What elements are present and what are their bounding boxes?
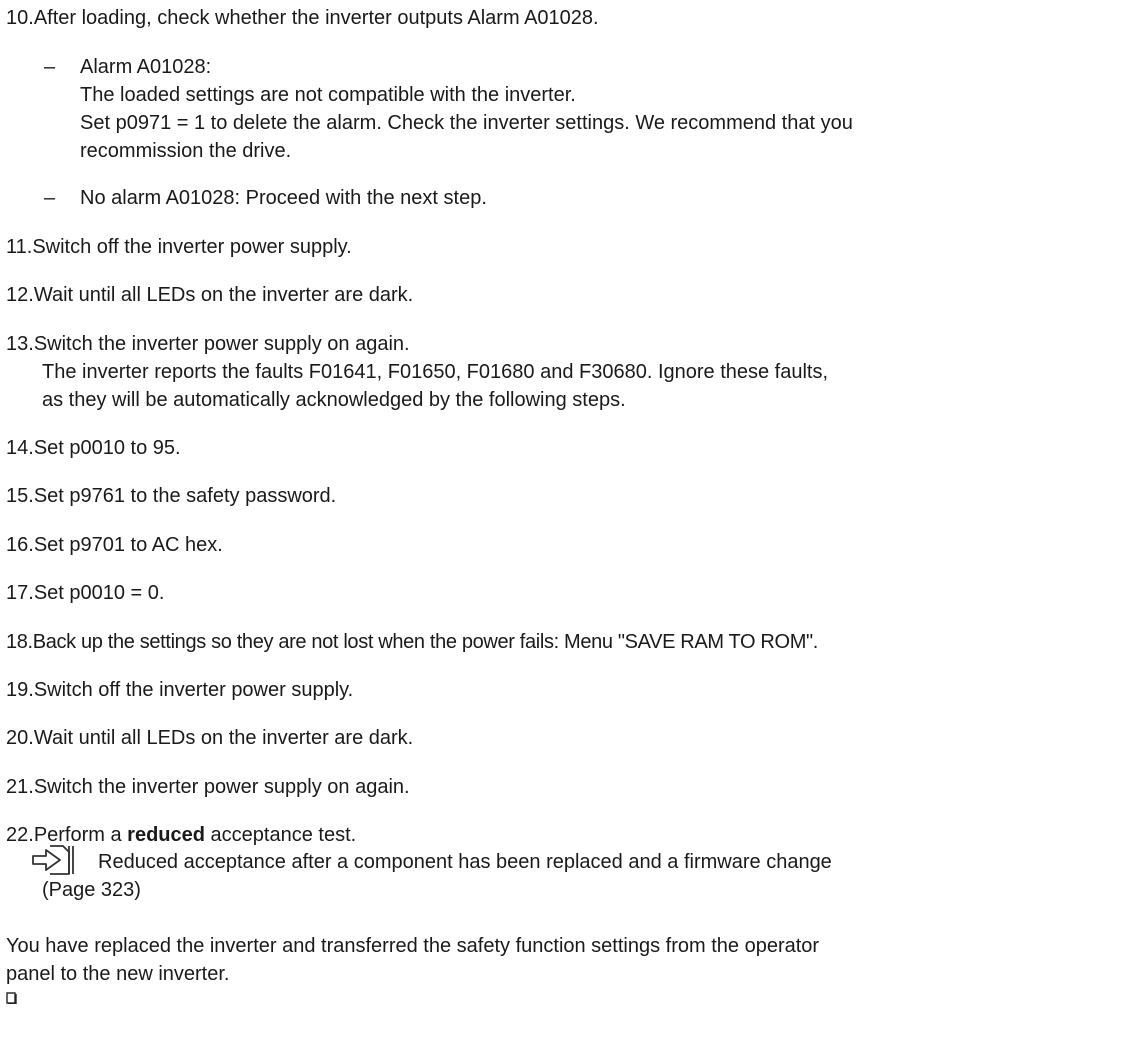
step-number: 21. bbox=[6, 776, 34, 798]
step-text: Set p9701 to AC hex. bbox=[33, 534, 223, 556]
step-number: 20. bbox=[6, 727, 34, 749]
cross-reference-page[interactable]: (Page 323) bbox=[42, 874, 141, 907]
step-number: 12. bbox=[6, 284, 34, 306]
step-12: 12.Wait until all LEDs on the inverter a… bbox=[6, 279, 413, 312]
step-number: 11. bbox=[6, 236, 33, 258]
step-text: Set p0010 to 95. bbox=[33, 437, 181, 459]
summary-line-2: panel to the new inverter. bbox=[6, 963, 230, 985]
step-17: 17.Set p0010 = 0. bbox=[6, 577, 164, 610]
alarm-title: Alarm A01028: bbox=[80, 56, 212, 78]
step-text: Switch off the inverter power supply. bbox=[33, 679, 354, 701]
step-number: 13. bbox=[6, 333, 34, 355]
step-number: 16. bbox=[6, 534, 34, 556]
step-text: Set p0010 = 0. bbox=[33, 582, 165, 604]
step-13-line-3: as they will be automatically acknowledg… bbox=[42, 389, 626, 411]
step-10: 10.After loading, check whether the inve… bbox=[6, 2, 599, 35]
list-dash: – bbox=[44, 56, 56, 78]
step-15: 15.Set p9761 to the safety password. bbox=[6, 480, 336, 513]
step-number: 17. bbox=[6, 582, 34, 604]
alarm-line-3: recommission the drive. bbox=[80, 140, 292, 162]
step-text: Wait until all LEDs on the inverter are … bbox=[33, 284, 414, 306]
step-text: Switch the inverter power supply on agai… bbox=[33, 776, 410, 798]
step-text: Wait until all LEDs on the inverter are … bbox=[33, 727, 414, 749]
step-text: After loading, check whether the inverte… bbox=[33, 7, 599, 29]
step-14: 14.Set p0010 to 95. bbox=[6, 432, 181, 465]
list-dash: – bbox=[44, 187, 56, 209]
step-number: 18. bbox=[6, 631, 33, 653]
step-21: 21.Switch the inverter power supply on a… bbox=[6, 771, 410, 804]
step-number: 10. bbox=[6, 7, 34, 29]
cross-reference-link[interactable]: Reduced acceptance after a component has… bbox=[98, 846, 832, 879]
step-11: 11.Switch off the inverter power supply. bbox=[6, 231, 352, 264]
step-20: 20.Wait until all LEDs on the inverter a… bbox=[6, 722, 413, 755]
step-text: Switch off the inverter power supply. bbox=[32, 236, 352, 258]
step-18: 18.Back up the settings so they are not … bbox=[6, 626, 818, 659]
step-number: 14. bbox=[6, 437, 34, 459]
step-text: Switch the inverter power supply on agai… bbox=[33, 333, 410, 355]
no-alarm-text: No alarm A01028: Proceed with the next s… bbox=[80, 187, 487, 209]
step-text: Set p9761 to the safety password. bbox=[33, 485, 337, 507]
step-19: 19.Switch off the inverter power supply. bbox=[6, 674, 353, 707]
step-16: 16.Set p9701 to AC hex. bbox=[6, 529, 223, 562]
step-text-post: acceptance test. bbox=[204, 824, 357, 846]
step-text: Back up the settings so they are not los… bbox=[32, 631, 819, 653]
step-number: 15. bbox=[6, 485, 34, 507]
step-number: 19. bbox=[6, 679, 34, 701]
no-alarm-sub-item: – No alarm A01028: Proceed with the next … bbox=[44, 182, 487, 215]
step-text-bold: reduced bbox=[127, 824, 205, 846]
end-of-procedure-icon bbox=[6, 992, 17, 1004]
cross-reference-icon bbox=[32, 845, 74, 875]
